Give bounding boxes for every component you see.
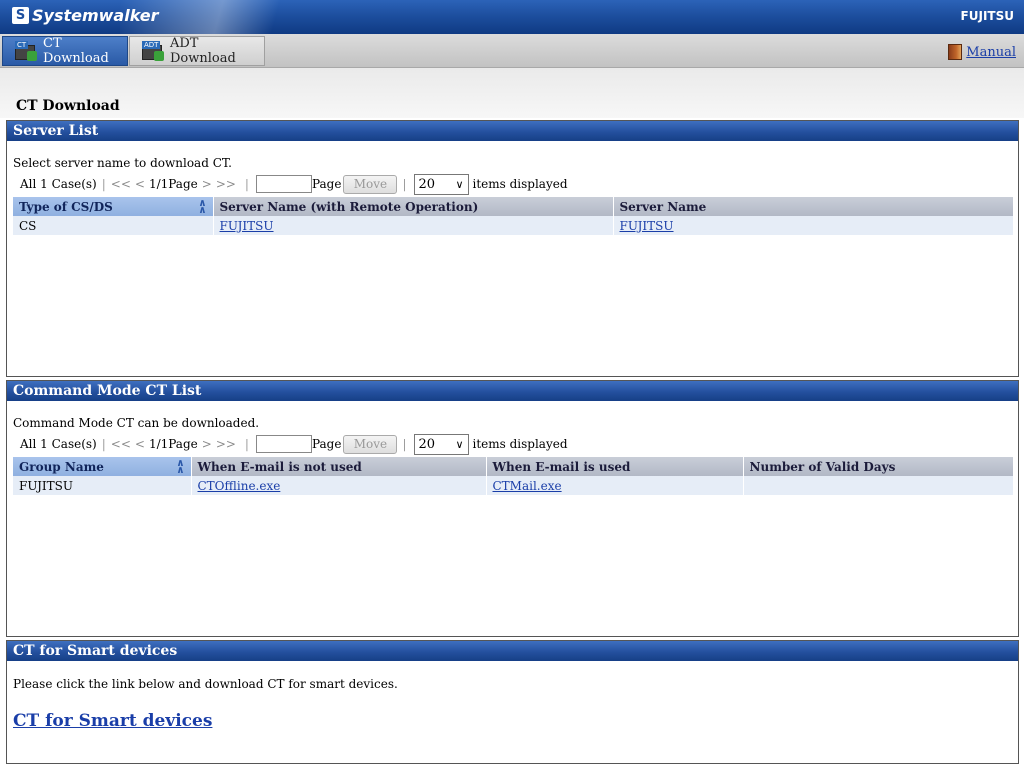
table-row: CS FUJITSU FUJITSU <box>13 216 1014 235</box>
chevron-down-icon: ∨ <box>455 177 464 191</box>
tab-bar: CT CT Download ADT ADT Download <box>0 34 1024 68</box>
page-label: Page <box>311 437 342 451</box>
page-indicator: 1/1Page <box>148 177 198 191</box>
top-banner: S Systemwalker FUJITSU <box>0 0 1024 34</box>
fujitsu-brand: FUJITSU <box>960 9 1014 23</box>
column-header-group[interactable]: Group Name ∧ ∧ <box>13 457 192 476</box>
first-page-link[interactable]: << <box>111 177 131 191</box>
last-page-link[interactable]: >> <box>216 177 236 191</box>
manual-book-icon <box>948 44 963 60</box>
column-header-server-remote[interactable]: Server Name (with Remote Operation) <box>213 197 614 216</box>
manual-link[interactable]: Manual <box>966 45 1016 60</box>
chevron-down-icon: ∨ <box>455 437 464 451</box>
cell-valid-days <box>743 476 1014 495</box>
table-row: FUJITSU CTOffline.exe CTMail.exe <box>13 476 1014 495</box>
smart-devices-link[interactable]: CT for Smart devices <box>13 711 212 731</box>
title-band <box>0 68 1024 118</box>
manual-link-container: Manual <box>948 44 1016 60</box>
sort-ascending-icon: ∧ ∧ <box>198 198 207 216</box>
table-header-row: Type of CS/DS ∧ ∧ Server Name (with Remot… <box>13 197 1014 216</box>
first-page-link[interactable]: << <box>111 437 131 451</box>
cell-email: CTMail.exe <box>486 476 744 495</box>
items-displayed-label: items displayed <box>472 177 568 191</box>
server-list-description: Select server name to download CT. <box>13 156 232 170</box>
items-per-page-select[interactable]: 20 ∨ <box>413 173 469 195</box>
tab-adt-download[interactable]: ADT ADT Download <box>129 36 265 66</box>
prev-page-link[interactable]: < <box>135 437 145 451</box>
logo-mark-icon: S <box>12 7 29 24</box>
case-count: All 1 Case(s) <box>20 437 97 451</box>
page-number-input[interactable] <box>255 175 312 193</box>
move-button[interactable]: Move <box>343 174 398 194</box>
move-button[interactable]: Move <box>343 434 398 454</box>
next-page-link[interactable]: > <box>202 437 212 451</box>
next-page-link[interactable]: > <box>202 177 212 191</box>
sort-ascending-icon: ∧ ∧ <box>176 458 185 476</box>
column-header-type[interactable]: Type of CS/DS ∧ ∧ <box>13 197 214 216</box>
prev-page-link[interactable]: < <box>135 177 145 191</box>
page-label: Page <box>311 177 342 191</box>
server-remote-link[interactable]: FUJITSU <box>220 219 274 233</box>
tab-label: CT Download <box>43 36 109 66</box>
last-page-link[interactable]: >> <box>216 437 236 451</box>
ctmail-link[interactable]: CTMail.exe <box>493 479 562 493</box>
command-ct-table: Group Name ∧ ∧ When E-mail is not used Wh… <box>13 457 1014 495</box>
page-title: CT Download <box>16 98 120 114</box>
cell-no-email: CTOffline.exe <box>191 476 487 495</box>
server-list-title: Server List <box>7 121 1018 141</box>
case-count: All 1 Case(s) <box>20 177 97 191</box>
command-ct-panel: Command Mode CT List Command Mode CT can… <box>6 380 1019 637</box>
command-ct-title: Command Mode CT List <box>7 381 1018 401</box>
server-list-panel: Server List Select server name to downlo… <box>6 120 1019 377</box>
tab-ct-download[interactable]: CT CT Download <box>2 36 128 66</box>
page-indicator: 1/1Page <box>148 437 198 451</box>
server-name-link[interactable]: FUJITSU <box>620 219 674 233</box>
server-list-pager: All 1 Case(s) | << < 1/1Page > >> | Page… <box>20 173 568 195</box>
items-per-page-select[interactable]: 20 ∨ <box>413 433 469 455</box>
items-displayed-label: items displayed <box>472 437 568 451</box>
cell-type: CS <box>13 216 214 235</box>
column-header-no-email[interactable]: When E-mail is not used <box>191 457 487 476</box>
cell-server-remote: FUJITSU <box>213 216 614 235</box>
command-ct-description: Command Mode CT can be downloaded. <box>13 416 260 430</box>
column-header-email[interactable]: When E-mail is used <box>486 457 744 476</box>
tab-label: ADT Download <box>170 36 236 66</box>
ct-download-icon: CT <box>15 41 37 61</box>
app-name: Systemwalker <box>32 6 159 25</box>
column-header-valid-days[interactable]: Number of Valid Days <box>743 457 1014 476</box>
adt-download-icon: ADT <box>142 41 164 61</box>
cell-group: FUJITSU <box>13 476 192 495</box>
page-number-input[interactable] <box>255 435 312 453</box>
table-header-row: Group Name ∧ ∧ When E-mail is not used Wh… <box>13 457 1014 476</box>
ctoffline-link[interactable]: CTOffline.exe <box>198 479 281 493</box>
column-header-server-name[interactable]: Server Name <box>613 197 1014 216</box>
systemwalker-logo: S Systemwalker <box>12 6 159 25</box>
cell-server-name: FUJITSU <box>613 216 1014 235</box>
smart-devices-description: Please click the link below and download… <box>13 677 398 691</box>
command-ct-pager: All 1 Case(s) | << < 1/1Page > >> | Page… <box>20 433 568 455</box>
smart-devices-panel: CT for Smart devices Please click the li… <box>6 640 1019 764</box>
smart-devices-title: CT for Smart devices <box>7 641 1018 661</box>
server-list-table: Type of CS/DS ∧ ∧ Server Name (with Remot… <box>13 197 1014 235</box>
